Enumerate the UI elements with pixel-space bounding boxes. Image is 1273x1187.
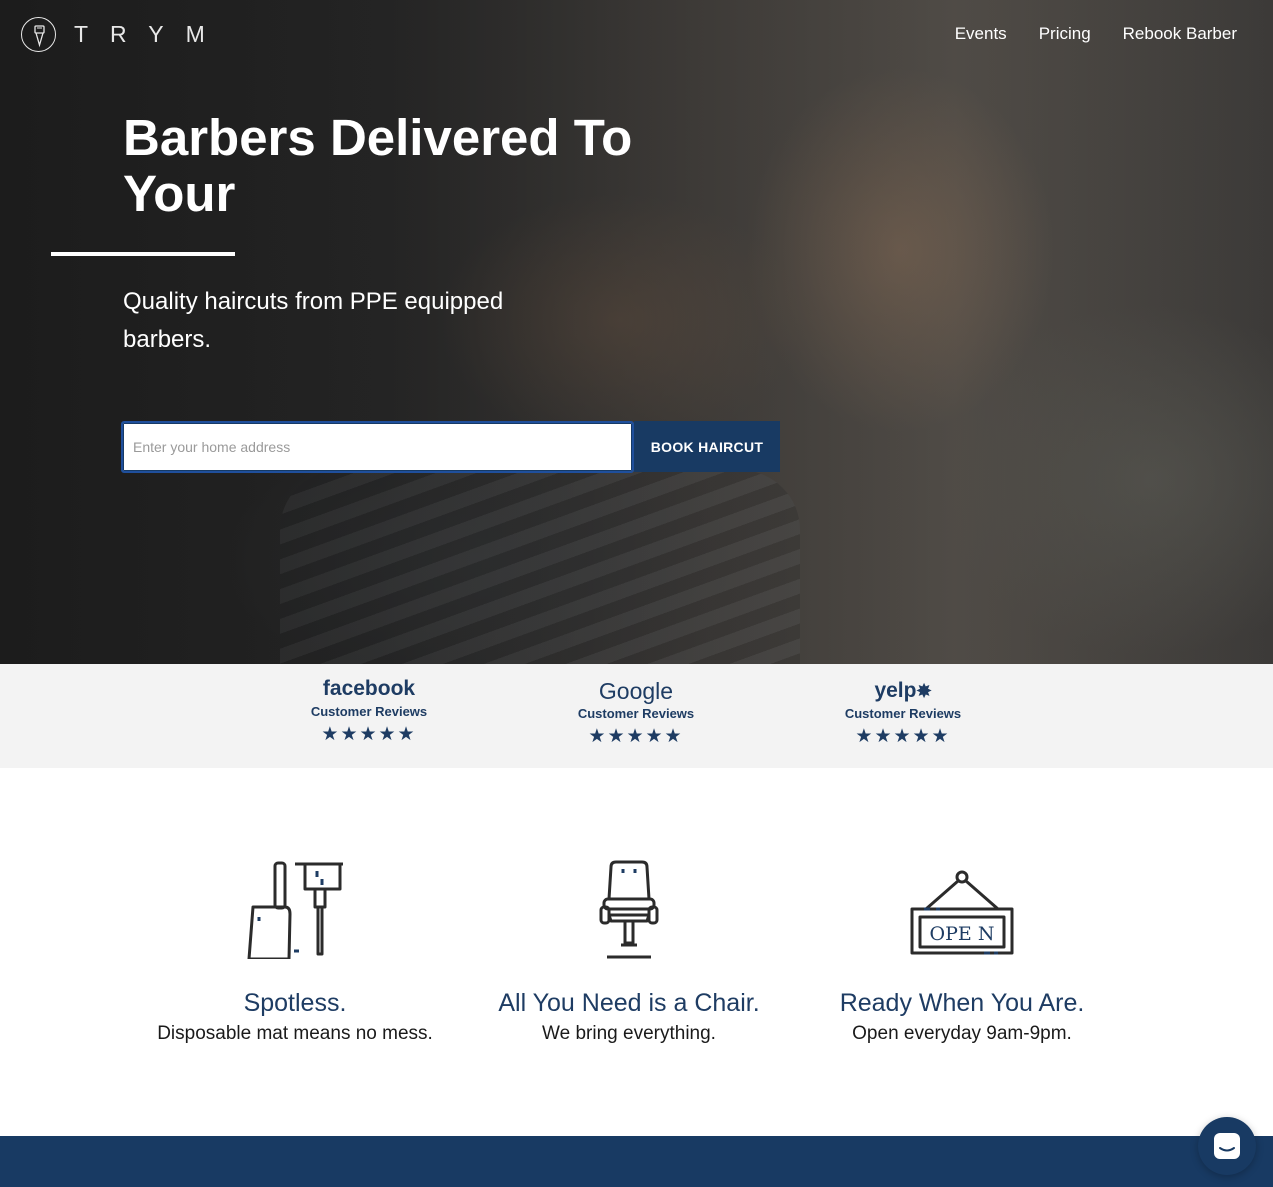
star-rating-icon: ★★★★★ bbox=[588, 726, 684, 747]
feature-subtitle: Disposable mat means no mess. bbox=[157, 1023, 433, 1044]
facebook-logo: facebook bbox=[322, 677, 416, 700]
book-haircut-button[interactable]: BOOK HAIRCUT bbox=[634, 421, 780, 472]
feature-subtitle: We bring everything. bbox=[542, 1023, 716, 1044]
booking-form: BOOK HAIRCUT bbox=[121, 421, 780, 473]
feature-subtitle: Open everyday 9am-9pm. bbox=[852, 1023, 1072, 1044]
reviews-strip: facebook Customer Reviews ★★★★★ Google C… bbox=[0, 664, 1273, 768]
google-reviews[interactable]: Google Customer Reviews ★★★★★ bbox=[546, 678, 726, 747]
dustpan-brush-icon bbox=[125, 855, 465, 959]
yelp-logo: yelp✸ bbox=[813, 678, 993, 704]
google-logo: Google bbox=[598, 678, 674, 704]
feature-title: All You Need is a Chair. bbox=[498, 989, 760, 1017]
nav-events[interactable]: Events bbox=[955, 24, 1007, 44]
hero-section: TRYM Events Pricing Rebook Barber Barber… bbox=[0, 0, 1273, 664]
open-sign-icon: OPE N bbox=[792, 855, 1132, 959]
logo-mark-icon bbox=[21, 17, 56, 52]
yelp-wordmark: yelp bbox=[874, 679, 917, 702]
barber-chair-icon bbox=[459, 855, 799, 959]
facebook-reviews[interactable]: facebook Customer Reviews ★★★★★ bbox=[279, 676, 459, 745]
brand-logo[interactable]: TRYM bbox=[21, 17, 227, 52]
review-caption: Customer Reviews bbox=[310, 704, 428, 719]
hero-subtitle: Quality haircuts from PPE equipped barbe… bbox=[123, 288, 504, 353]
review-caption: Customer Reviews bbox=[577, 706, 695, 721]
feature-title: Spotless. bbox=[243, 989, 347, 1017]
yelp-reviews[interactable]: yelp✸ Customer Reviews ★★★★★ bbox=[813, 678, 993, 747]
nav-rebook-barber[interactable]: Rebook Barber bbox=[1123, 24, 1237, 44]
star-rating-icon: ★★★★★ bbox=[855, 726, 951, 747]
feature-open: OPE N Ready When You Are. Open everyday … bbox=[792, 855, 1132, 1046]
address-input[interactable] bbox=[121, 421, 634, 473]
nav-pricing[interactable]: Pricing bbox=[1039, 24, 1091, 44]
review-caption: Customer Reviews bbox=[844, 706, 962, 721]
yelp-burst-icon: ✸ bbox=[916, 681, 932, 701]
feature-title: Ready When You Are. bbox=[839, 989, 1085, 1017]
chat-launcher-button[interactable] bbox=[1198, 1117, 1256, 1175]
brand-name: TRYM bbox=[74, 21, 227, 47]
open-sign-text: OPE N bbox=[930, 923, 995, 945]
top-nav: Events Pricing Rebook Barber bbox=[955, 24, 1237, 44]
hero-title: Barbers Delivered To Your bbox=[123, 109, 633, 222]
footer-band bbox=[0, 1136, 1273, 1187]
feature-chair: All You Need is a Chair. We bring everyt… bbox=[459, 855, 799, 1046]
feature-spotless: Spotless. Disposable mat means no mess. bbox=[125, 855, 465, 1046]
star-rating-icon: ★★★★★ bbox=[321, 724, 417, 745]
chat-icon bbox=[1214, 1133, 1240, 1159]
hero-divider bbox=[51, 252, 235, 256]
